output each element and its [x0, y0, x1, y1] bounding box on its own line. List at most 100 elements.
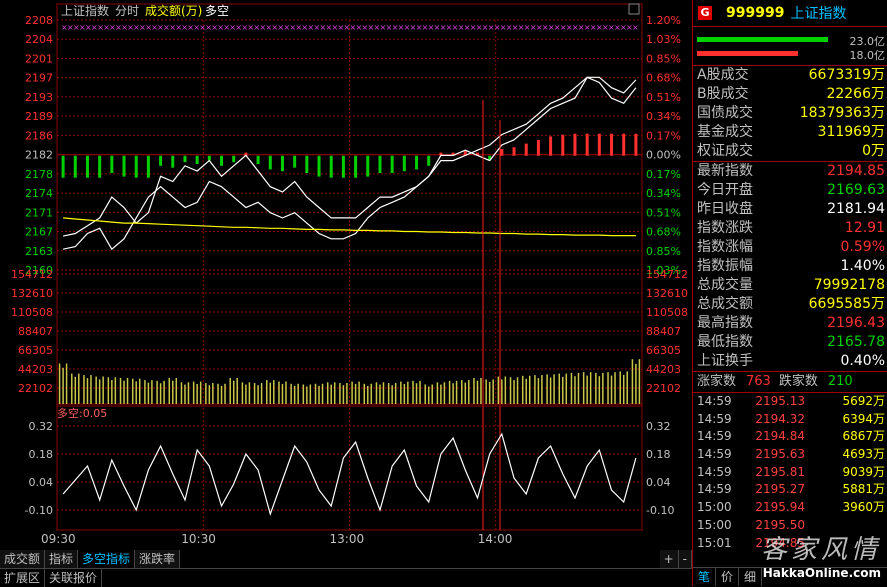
stat-label: 最新指数: [697, 163, 753, 179]
quote-panel: G 999999 上证指数 23.0亿 18.0亿 A股成交 6673319万 B股成…: [692, 0, 887, 586]
quote-tab[interactable]: 笔: [693, 568, 717, 586]
stat-value: 311969万: [817, 124, 885, 140]
tick-row: 15:00 2195.94 3960万: [693, 499, 887, 517]
y-tick-left: 2171: [25, 206, 53, 219]
y-tick-left: 2163: [25, 245, 53, 258]
watermark-logo: 客家风情: [760, 535, 881, 565]
tick-row: 14:59 2195.81 9039万: [693, 464, 887, 482]
zoom-out-button[interactable]: -: [678, 550, 692, 568]
stat-value: 2169.63: [827, 182, 885, 198]
turnover-label: 成交额(万): [145, 3, 202, 18]
stat-label: 基金成交: [697, 124, 753, 140]
y-tick-right: 0.17%: [646, 129, 681, 142]
stat-label: 指数振幅: [697, 258, 753, 274]
tick-volume: 6867万: [842, 429, 885, 444]
strength-bars: 23.0亿 18.0亿: [693, 27, 887, 65]
decline-label: 跌家数: [778, 374, 818, 389]
quote-tab[interactable]: 细: [739, 568, 763, 586]
stat-value: 79992178: [813, 277, 885, 293]
tick-time: 14:59: [697, 411, 732, 426]
stat-row: 国债成交 18379363万: [693, 104, 887, 123]
y-tick-right: 0.51%: [646, 91, 681, 104]
decline-count: 210: [827, 374, 853, 389]
indicator-tab[interactable]: 指标: [45, 550, 79, 568]
advance-count: 763: [746, 374, 771, 389]
tick-row: 14:59 2195.27 5881万: [693, 481, 887, 499]
stat-row: 指数涨幅 0.59%: [693, 238, 887, 257]
quote-panel-tabs: 笔价细: [693, 567, 887, 586]
stat-row: 指数振幅 1.40%: [693, 257, 887, 276]
stat-value: 22266万: [826, 86, 885, 102]
tick-time: 14:59: [697, 429, 732, 444]
chart-frame: [56, 3, 643, 531]
stat-value: 2181.94: [827, 201, 885, 217]
tab-spacer: [180, 550, 660, 568]
indicator-tick-left: 0.04: [29, 476, 54, 489]
turnover-stats: A股成交 6673319万 B股成交 22266万 国债成交 18379363万 基金成交 3…: [693, 66, 887, 161]
volume-tick-right: 132610: [646, 287, 688, 300]
volume-tick-left: 22102: [18, 382, 53, 395]
y-tick-right: 1.03%: [646, 33, 681, 46]
market-badge[interactable]: G: [698, 6, 712, 20]
tick-price: 2195.81: [755, 464, 805, 479]
stat-value: 0.40%: [840, 353, 885, 369]
indicator-tick-left: 0.32: [29, 420, 54, 433]
volume-tick-left: 154712: [11, 268, 53, 281]
stat-label: 总成交额: [697, 296, 753, 312]
x-tick-label: 14:00: [478, 532, 513, 546]
intraday-chart[interactable]: 上证指数 分时 成交额(万) 多空 2208 1.20% 2204 1.03% 2201 0.85…: [0, 0, 692, 548]
tick-row: 14:59 2194.32 6394万: [693, 411, 887, 429]
y-tick-right: 0.85%: [646, 52, 681, 65]
stat-label: 总成交量: [697, 277, 753, 293]
y-tick-left: 2204: [25, 33, 53, 46]
indicator-tab[interactable]: 涨跌率: [135, 550, 181, 568]
chart-mode: 分时: [115, 4, 139, 18]
tick-volume: 4693万: [842, 447, 885, 462]
y-tick-left: 2167: [25, 226, 53, 239]
strength-bar: [697, 37, 829, 42]
stat-value: 12.91: [844, 220, 885, 236]
volume-tick-right: 110508: [646, 306, 688, 319]
indicator-tab[interactable]: 成交额: [0, 550, 46, 568]
indicator-tick-right: 0.04: [646, 476, 671, 489]
intraday-chart-area[interactable]: 上证指数 分时 成交额(万) 多空 2208 1.20% 2204 1.03% 2201 0.85…: [0, 0, 692, 548]
tick-volume: 5881万: [842, 482, 885, 497]
volume-tick-left: 110508: [11, 306, 53, 319]
stat-label: B股成交: [697, 86, 749, 102]
stat-value: 2165.78: [827, 334, 885, 350]
tick-price: 2194.32: [755, 411, 805, 426]
y-tick-right: 0.68%: [646, 72, 681, 85]
stat-value: 2194.85: [827, 163, 885, 179]
tick-volume: 3960万: [842, 500, 885, 515]
y-tick-left: 2189: [25, 110, 53, 123]
tick-price: 2195.94: [755, 500, 805, 515]
stat-value: 2196.43: [827, 315, 885, 331]
strength-bar-value: 18.0亿: [849, 49, 886, 62]
quote-tab[interactable]: 价: [716, 568, 740, 586]
tick-price: 2195.63: [755, 447, 805, 462]
volume-tick-right: 66305: [646, 344, 681, 357]
stat-label: 最低指数: [697, 334, 753, 350]
x-tick-label: 10:30: [181, 532, 216, 546]
indicator-tab[interactable]: 多空指标: [78, 550, 136, 568]
extension-tab[interactable]: 扩展区: [0, 569, 46, 587]
extension-tab[interactable]: 关联报价: [45, 569, 103, 587]
x-tick-label: 13:00: [330, 532, 365, 546]
stat-value: 1.40%: [840, 258, 885, 274]
stat-row: 权证成交 0万: [693, 142, 887, 161]
tick-time: 15:00: [697, 500, 732, 515]
stat-row: 总成交量 79992178: [693, 276, 887, 295]
y-tick-right: 0.34%: [646, 187, 681, 200]
stat-value: 6695585万: [808, 296, 885, 312]
zoom-in-button[interactable]: +: [659, 550, 679, 568]
y-tick-left: 2193: [25, 91, 53, 104]
extension-bar: 扩展区 关联报价: [0, 568, 692, 587]
volume-tick-left: 66305: [18, 344, 53, 357]
indicator-tick-right: 0.18: [646, 448, 671, 461]
chart-close-button[interactable]: [628, 3, 640, 15]
volume-tick-right: 88407: [646, 325, 681, 338]
stat-label: 今日开盘: [697, 182, 753, 198]
tick-row: 14:59 2195.13 5692万: [693, 393, 887, 411]
stat-label: 权证成交: [697, 143, 753, 159]
tick-row: 14:59 2195.63 4693万: [693, 446, 887, 464]
